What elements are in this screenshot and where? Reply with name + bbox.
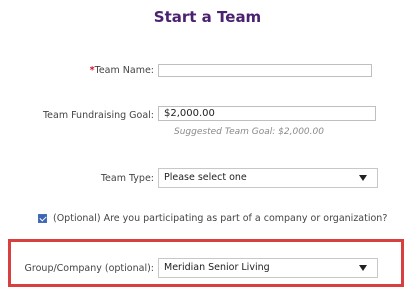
company-checkbox-row[interactable]: (Optional) Are you participating as part… xyxy=(38,213,387,224)
team-type-select[interactable]: Please select one xyxy=(158,168,378,188)
team-name-label-text: Team Name: xyxy=(94,65,154,76)
group-company-select[interactable]: Meridian Senior Living xyxy=(158,258,378,278)
group-company-label: Group/Company (optional): xyxy=(24,263,154,274)
fundraising-goal-label: Team Fundraising Goal: xyxy=(42,110,154,121)
team-type-selected: Please select one xyxy=(164,172,247,183)
page-title: Start a Team xyxy=(153,8,262,26)
team-name-input[interactable] xyxy=(158,64,372,77)
group-company-selected: Meridian Senior Living xyxy=(164,262,270,273)
chevron-down-icon xyxy=(359,265,367,271)
company-checkbox[interactable] xyxy=(38,214,47,223)
suggested-goal-hint: Suggested Team Goal: $2,000.00 xyxy=(174,127,324,137)
chevron-down-icon xyxy=(359,175,367,181)
company-checkbox-label: (Optional) Are you participating as part… xyxy=(53,213,388,224)
fundraising-goal-input[interactable]: $2,000.00 xyxy=(158,106,376,121)
team-name-label: *Team Name: xyxy=(90,65,154,76)
team-type-label: Team Type: xyxy=(100,173,154,184)
